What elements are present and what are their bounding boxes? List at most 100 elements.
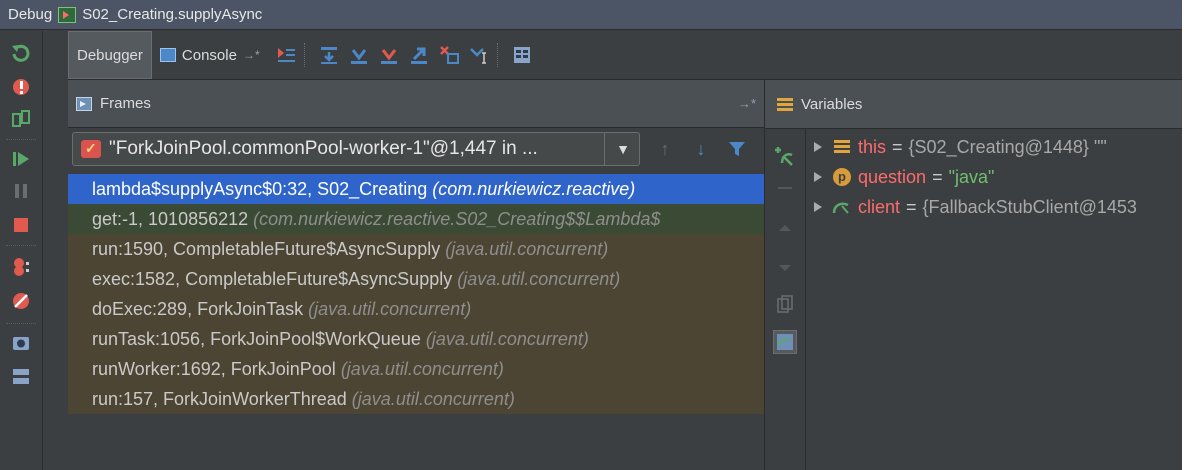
variable-row[interactable]: client = {FallbackStubClient@1453 [806,192,1182,222]
remove-watch-icon[interactable] [773,176,797,200]
restore-layout-icon[interactable] [9,107,33,131]
arrow-up-icon[interactable]: ↑ [654,138,676,160]
show-watches-icon[interactable] [773,330,797,354]
frame-method: runTask:1056, ForkJoinPool$WorkQueue [92,329,421,349]
frame-location: (java.util.concurrent) [425,329,589,349]
expand-icon[interactable] [814,172,822,182]
step-over-icon[interactable] [317,43,341,67]
frame-row[interactable]: runTask:1056, ForkJoinPool$WorkQueue (ja… [68,324,764,354]
variable-name: question [858,166,927,187]
frame-method: get:-1, 1010856212 [92,209,249,229]
frame-row[interactable]: lambda$supplyAsync$0:32, S02_Creating (c… [68,174,764,204]
frame-method: lambda$supplyAsync$0:32, S02_Creating [92,179,428,199]
new-watch-icon[interactable] [773,144,797,168]
equals-sign: = [892,136,903,157]
frame-row[interactable]: get:-1, 1010856212 (com.nurkiewicz.react… [68,204,764,234]
variable-row[interactable]: p question = "java" [806,162,1182,192]
rerun-icon[interactable] [9,41,33,65]
evaluate-expression-icon[interactable] [510,43,534,67]
separator [303,43,305,67]
frame-list: lambda$supplyAsync$0:32, S02_Creating (c… [68,174,764,414]
variables-title: Variables [801,95,863,113]
equals-sign: = [932,166,943,187]
thread-name: "ForkJoinPool.commonPool-worker-1"@1,447… [109,138,538,159]
resume-icon[interactable] [9,147,33,171]
variable-value: {S02_Creating@1448} "" [908,136,1107,157]
title-prefix: Debug [8,6,53,23]
watch-icon [832,198,852,216]
parameter-icon: p [832,168,852,186]
thread-combobox[interactable]: "ForkJoinPool.commonPool-worker-1"@1,447… [72,132,640,166]
step-out-icon[interactable] [407,43,431,67]
parameter-badge: p [833,168,851,186]
variable-value: {FallbackStubClient@1453 [922,196,1137,217]
move-up-icon[interactable] [773,216,797,240]
mute-breakpoints-icon[interactable] [9,289,33,313]
frame-method: run:1590, CompletableFuture$AsyncSupply [92,239,441,259]
variables-header: Variables [765,80,1182,129]
separator [6,139,36,140]
run-to-cursor-icon[interactable] [467,43,491,67]
pause-icon[interactable] [9,179,33,203]
variable-name: this [858,136,887,157]
frame-location: (java.util.concurrent) [340,359,504,379]
frame-method: doExec:289, ForkJoinTask [92,299,304,319]
variable-value: "java" [948,166,995,187]
show-execution-point-icon[interactable] [274,43,298,67]
left-toolbar [0,31,43,470]
view-breakpoints-icon[interactable] [9,255,33,279]
frame-location: (java.util.concurrent) [457,269,621,289]
frame-row[interactable]: run:157, ForkJoinWorkerThread (java.util… [68,384,764,414]
filter-icon[interactable] [726,138,748,160]
frame-location: (com.nurkiewicz.reactive.S02_Creating$$L… [253,209,661,229]
frame-location: (com.nurkiewicz.reactive) [432,179,636,199]
copy-icon[interactable] [773,292,797,316]
field-icon [832,138,852,156]
console-pin-icon[interactable]: →* [243,48,260,62]
variable-name: client [858,196,901,217]
move-down-icon[interactable] [773,256,797,280]
frame-row[interactable]: exec:1582, CompletableFuture$AsyncSupply… [68,264,764,294]
separator [6,245,36,246]
step-into-icon[interactable] [347,43,371,67]
title-bar: Debug S02_Creating.supplyAsync [0,0,1182,30]
equals-sign: = [906,196,917,217]
arrow-down-icon[interactable]: ↓ [690,138,712,160]
frame-location: (java.util.concurrent) [445,239,609,259]
stop-icon[interactable] [9,213,33,237]
variable-row[interactable]: this = {S02_Creating@1448} "" [806,132,1182,162]
frame-method: exec:1582, CompletableFuture$AsyncSupply [92,269,453,289]
camera-icon[interactable] [9,331,33,355]
frame-row[interactable]: run:1590, CompletableFuture$AsyncSupply … [68,234,764,264]
frames-panel: Frames →* "ForkJoinPool.commonPool-worke… [68,80,765,470]
frame-location: (java.util.concurrent) [351,389,515,409]
variable-list: this = {S02_Creating@1448} "" p question… [806,132,1182,222]
frames-icon [76,96,92,111]
debugger-tab-label: Debugger [77,46,143,64]
tab-console[interactable]: Console →* [152,31,268,79]
frame-method: runWorker:1692, ForkJoinPool [92,359,336,379]
frames-title: Frames [100,95,151,112]
frames-header: Frames →* [68,80,764,128]
debug-window: Debug S02_Creating.supplyAsync Debugger … [0,0,1182,470]
frames-pin-icon[interactable]: →* [738,96,756,111]
force-step-into-icon[interactable] [377,43,401,67]
separator [496,43,498,67]
separator [6,323,36,324]
drop-frame-icon[interactable] [437,43,461,67]
exception-breakpoint-icon[interactable] [9,75,33,99]
variables-panel: Variables this = {S02_Creating@1448} "" … [765,80,1182,470]
expand-icon[interactable] [814,202,822,212]
tab-debugger[interactable]: Debugger [68,31,152,79]
chevron-down-icon[interactable]: ▼ [604,132,641,166]
variables-icon [777,98,793,111]
frame-row[interactable]: runWorker:1692, ForkJoinPool (java.util.… [68,354,764,384]
frame-method: run:157, ForkJoinWorkerThread [92,389,347,409]
settings-panel-icon[interactable] [9,365,33,389]
frame-row[interactable]: doExec:289, ForkJoinTask (java.util.conc… [68,294,764,324]
window-title: S02_Creating.supplyAsync [82,6,263,23]
console-icon [159,48,176,62]
expand-icon[interactable] [814,142,822,152]
frame-location: (java.util.concurrent) [308,299,472,319]
debugger-toolbar: Debugger Console →* [68,31,1182,80]
